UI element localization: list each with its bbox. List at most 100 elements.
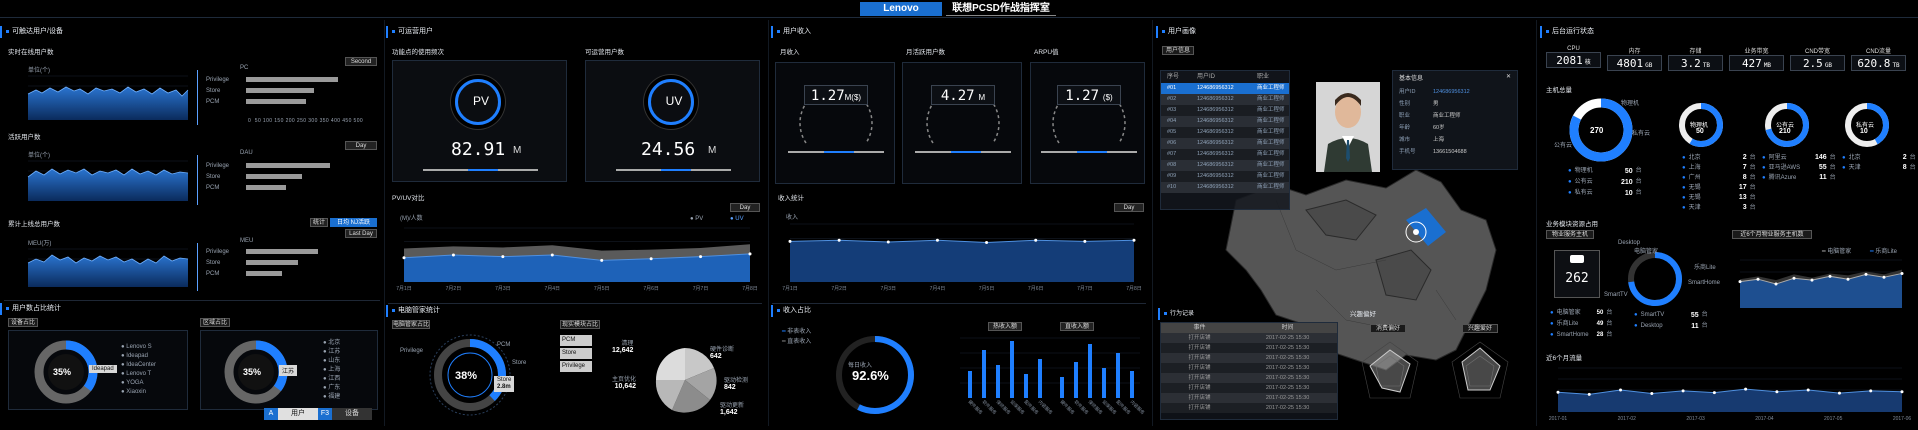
stat-button[interactable]: 统计	[310, 218, 328, 227]
data-point	[600, 258, 604, 262]
table-row[interactable]: #03 124686956312 商业工程师	[1161, 105, 1289, 116]
table-row[interactable]: #05 124686956312 商业工程师	[1161, 127, 1289, 138]
legend-item[interactable]: ● 江西	[323, 375, 340, 384]
section-title: 用户画像	[1156, 26, 1536, 38]
legend-item[interactable]: ● Ideapad	[121, 352, 156, 361]
granularity-button[interactable]: Day	[345, 141, 377, 150]
table-row[interactable]: #10 124686956312 商业工程师	[1161, 182, 1289, 193]
resource-card: CND流量 620.8 TB	[1851, 46, 1906, 71]
tab-device[interactable]: 设备	[332, 408, 372, 420]
list-item: ● 公有云 210 台	[1568, 179, 1642, 186]
tab-user[interactable]: 用户	[278, 408, 318, 420]
biz-tab[interactable]: 物业服务主机	[1546, 230, 1594, 239]
legend-item[interactable]: ● 山东	[323, 357, 340, 366]
data-point	[1846, 277, 1850, 281]
granularity-button[interactable]: Day	[730, 203, 760, 212]
host-title: 主机总量	[1546, 87, 1572, 94]
bar-label: PCM	[206, 270, 220, 277]
legend-item[interactable]: ━ 非表收入	[782, 327, 811, 337]
share-tab[interactable]: 电脑管家占比	[392, 320, 430, 329]
biz-ring	[1628, 252, 1682, 306]
table-row[interactable]: #01 124686956312 商业工程师	[1161, 83, 1289, 94]
section-title: 收入占比	[771, 305, 971, 317]
data-point	[935, 238, 939, 242]
table-row[interactable]: 打开店铺 2017-02-25 15:30	[1161, 403, 1337, 413]
legend-item[interactable]: ● 北京	[323, 339, 340, 348]
income-pct: 92.6%	[852, 368, 889, 383]
bar-pcm	[246, 185, 286, 190]
legend-item[interactable]: ● 上海	[323, 366, 340, 375]
direct-income-tag[interactable]: 直收入额	[1060, 322, 1094, 331]
table-row[interactable]: #08 124686956312 商业工程师	[1161, 160, 1289, 171]
device-share-panel: 35% Ideapad ● Lenovo S ● Ideapad ● IdeaC…	[8, 330, 188, 410]
bar-label: PCM	[206, 184, 220, 191]
data-point	[1828, 274, 1832, 278]
data-point	[1619, 388, 1623, 392]
uv-unit: M	[708, 145, 717, 156]
granularity-button[interactable]: Last Day	[345, 229, 377, 238]
tick-label: 7月6日	[1028, 286, 1044, 292]
legend-item[interactable]: ● 广东	[323, 384, 340, 393]
tab-f3[interactable]: F3	[318, 408, 332, 420]
tab-a[interactable]: A	[264, 408, 278, 420]
bar-privilege	[246, 77, 338, 82]
user-info-tab[interactable]: 用户信息	[1162, 46, 1194, 55]
table-row[interactable]: 打开店铺 2017-02-25 15:30	[1161, 343, 1337, 353]
income-gauge: 1.27M($)	[775, 62, 895, 184]
hot-income-tag[interactable]: 热收入额	[988, 322, 1022, 331]
data-point	[699, 255, 703, 259]
stack-item: PCM	[560, 335, 592, 346]
tick-label: 7月8日	[742, 286, 758, 292]
data-point	[1869, 389, 1873, 393]
tick-label: 7月3日	[495, 286, 511, 292]
data-point	[1587, 392, 1591, 396]
module-stack: PCM Store Privilege	[560, 335, 592, 372]
table-row[interactable]: 打开店铺 2017-02-25 15:30	[1161, 333, 1337, 343]
legend-item[interactable]: ● Lenovo S	[121, 343, 156, 352]
list-item: ● 物理机 50 台	[1568, 168, 1642, 175]
legend-item[interactable]: ● Lenovo T	[121, 370, 156, 379]
table-row[interactable]: #06 124686956312 商业工程师	[1161, 138, 1289, 149]
ring-label: Privilege	[400, 348, 424, 354]
table-row[interactable]: #04 124686956312 商业工程师	[1161, 116, 1289, 127]
close-icon[interactable]: ✕	[1506, 73, 1511, 82]
data-point	[1650, 392, 1654, 396]
legend-item[interactable]: ● YOGA	[121, 379, 156, 388]
data-point	[402, 256, 406, 260]
data-point	[1806, 388, 1810, 392]
list-item: ● SmartHome 28 台	[1550, 332, 1613, 338]
table-row[interactable]: 打开店铺 2017-02-25 15:30	[1161, 373, 1337, 383]
table-row[interactable]: #07 124686956312 商业工程师	[1161, 149, 1289, 160]
tick-label: 2017-03	[1686, 416, 1705, 422]
daily-active-button[interactable]: 日均 NJ活跃	[330, 218, 377, 227]
legend-item[interactable]: ● 福建	[323, 393, 340, 402]
pv-value: 82.91	[451, 139, 506, 160]
legend-item[interactable]: ● Xiaoxin	[121, 388, 156, 397]
trend-tab[interactable]: 近6个月物业服务主机数	[1732, 230, 1812, 239]
bar-pcm	[246, 99, 306, 104]
table-row[interactable]: 打开店铺 2017-02-25 15:30	[1161, 383, 1337, 393]
biz-trend-chart	[1738, 259, 1904, 308]
public-list: ● 阿里云 146 台 ● 亚马逊AWS 55 台 ● 腾讯Azure 11 台	[1762, 153, 1836, 183]
data-point	[788, 239, 792, 243]
module-tab[interactable]: 现实模块占比	[560, 320, 600, 329]
biz-counter: 262	[1554, 250, 1600, 298]
legend-item[interactable]: ● IdeaCenter	[121, 361, 156, 370]
granularity-button[interactable]: Second	[345, 57, 377, 66]
table-row[interactable]: 打开店铺 2017-02-25 15:30	[1161, 393, 1337, 403]
list-item: ● 北京 2 台	[1842, 154, 1916, 161]
tick-label: 7月5日	[594, 286, 610, 292]
table-row[interactable]: 打开店铺 2017-02-25 15:30	[1161, 353, 1337, 363]
region-share-pct: 35%	[243, 367, 262, 377]
legend-item[interactable]: ● 江苏	[323, 348, 340, 357]
data-point	[1775, 390, 1779, 394]
legend-item[interactable]: ━ 直表收入	[782, 337, 811, 347]
granularity-button[interactable]: Day	[1114, 203, 1144, 212]
info-field: 城市 上海	[1399, 137, 1445, 143]
gauge-value-box: 1.27M($)	[804, 85, 868, 105]
table-row[interactable]: 打开店铺 2017-02-25 15:30	[1161, 363, 1337, 373]
table-row[interactable]: #09 124686956312 商业工程师	[1161, 171, 1289, 182]
host-list: ● 物理机 50 台 ● 公有云 210 台 ● 私有云 10 台	[1568, 166, 1642, 199]
axis-unit: (M)/人数	[400, 216, 423, 222]
table-row[interactable]: #02 124686956312 商业工程师	[1161, 94, 1289, 105]
